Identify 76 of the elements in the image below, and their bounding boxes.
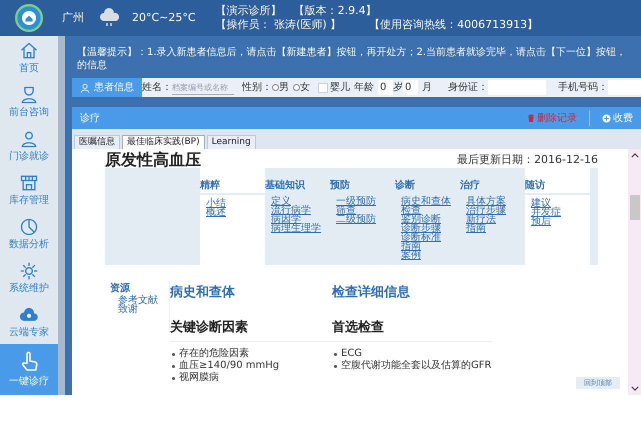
tip-text: 【温馨提示】：1.录入新患者信息后，请点击【新建患者】按钮，再开处方；2.当前患者就诊完毕，请点击【下一位】按钮，的信息 (76, 46, 628, 73)
tab[interactable]: 医嘱信息 (74, 135, 120, 149)
operator-label: 【操作员： 张涛(医师) 】 (216, 18, 342, 32)
scroll-up-icon[interactable] (630, 153, 638, 158)
name-label: 姓名： (142, 81, 172, 95)
sidebar-item[interactable]: 首页 (0, 36, 58, 80)
article-title: 原发性高血压 (105, 152, 201, 168)
pie-chart-icon (19, 216, 39, 236)
infant-label: 婴儿 (330, 80, 350, 95)
id-card-label: 身份证： (448, 81, 488, 95)
clinic-logo-icon (15, 4, 43, 32)
nav-heading[interactable]: 精粹 (200, 178, 265, 195)
user-icon (80, 82, 90, 92)
scroll-down-icon[interactable] (630, 386, 638, 391)
gender-label: 性别： (242, 80, 272, 95)
bullet-item: 血压≥140/90 mmHg (179, 360, 280, 372)
age-months-field[interactable]: 0 (403, 80, 418, 95)
section-heading: 病史和查体 (170, 284, 236, 302)
plus-circle-icon (602, 114, 611, 122)
sidebar-item[interactable]: 库存管理 (0, 168, 58, 212)
months-unit: 月 (422, 81, 432, 95)
resources-heading: 资源 (110, 282, 131, 294)
resource-link[interactable]: 参考文献 (118, 296, 169, 305)
charge-button[interactable]: 收费 (590, 110, 633, 126)
nav-heading[interactable]: 随访 (525, 178, 590, 195)
gender-option: 男 (279, 80, 289, 95)
sidebar-item[interactable]: 一键诊疗 (0, 344, 58, 395)
sidebar-item[interactable]: 云端专家 (0, 300, 58, 344)
tab[interactable]: 最佳临床实践(BP) (122, 135, 205, 149)
section-subheading: 首选检查 (332, 318, 492, 342)
settings-icon (19, 260, 39, 280)
tab[interactable]: Learning (206, 135, 256, 149)
sidebar-item[interactable]: 数据分析 (0, 212, 58, 256)
bullet-item: 空腹代谢功能全套以及估算的GFR (341, 360, 492, 372)
gender-option: 女 (300, 80, 310, 95)
hotline-label: 【使用咨询热线：4006713913】 (369, 18, 538, 32)
version-label: 【版本：2.9.4】 (294, 4, 377, 18)
nav-heading[interactable]: 治疗 (460, 178, 525, 193)
patient-info-button[interactable]: 患者信息 (72, 78, 142, 97)
bullet-item: 视网膜病 (179, 372, 219, 384)
resource-link[interactable]: 致谢 (118, 305, 169, 314)
store-icon (19, 172, 39, 192)
last-updated-date: 最后更新日期：2016-12-16 (457, 152, 598, 168)
temperature-label: 20°C~25°C (132, 10, 196, 26)
sidebar-item[interactable]: 前台咨询 (0, 80, 58, 124)
nav-link[interactable]: 一级预防 (336, 197, 395, 206)
radio-button[interactable] (293, 84, 300, 91)
sidebar-item[interactable]: 门诊就诊 (0, 124, 58, 168)
doctor-icon (19, 128, 39, 148)
sidebar-item[interactable]: 系统维护 (0, 256, 58, 300)
person-icon (19, 84, 39, 104)
nav-heading[interactable]: 预防 (330, 178, 395, 193)
age-years-field[interactable]: 0 (378, 80, 393, 95)
bullet-item: 存在的危险因素 (179, 348, 249, 360)
scrollbar-thumb[interactable] (630, 194, 640, 220)
nav-link[interactable]: 定义 (271, 197, 330, 206)
nav-link[interactable]: 建议 (531, 199, 590, 208)
section-heading: 检查详细信息 (332, 284, 411, 302)
nav-heading[interactable]: 诊断 (395, 178, 460, 193)
checkbox[interactable] (318, 82, 328, 92)
nav-link[interactable]: 具体方案 (466, 197, 525, 206)
city-label: 广州 (62, 10, 84, 26)
name-field[interactable]: 档案编号或名称 (172, 80, 234, 95)
clinic-name: 【演示诊所】 (216, 4, 282, 18)
age-label: 年龄 (354, 80, 374, 95)
panel-title: 诊疗 (80, 112, 100, 126)
trash-icon (527, 114, 535, 122)
bullet-item: ECG (341, 348, 362, 360)
section-subheading: 关键诊断因素 (170, 318, 332, 342)
phone-label: 手机号码： (558, 80, 608, 95)
nav-link[interactable]: 病史和查体 (401, 197, 460, 206)
years-unit: 岁 (393, 80, 403, 95)
nav-heading[interactable]: 基础知识 (265, 178, 330, 193)
home-icon (19, 40, 39, 60)
nav-link[interactable]: 小结 (206, 199, 265, 208)
radio-button[interactable] (272, 84, 279, 91)
